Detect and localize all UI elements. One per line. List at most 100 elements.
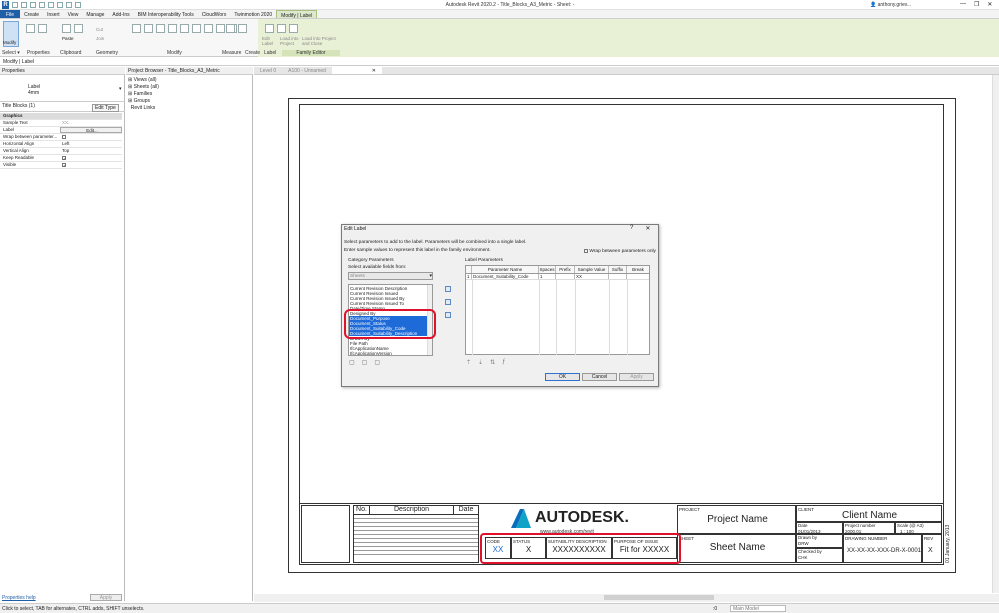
group-select[interactable]: Select ▾ — [2, 50, 20, 56]
sort-icon[interactable]: ⇅ — [490, 359, 495, 366]
text-icon[interactable] — [66, 2, 72, 8]
chevron-down-icon: ▾ — [429, 273, 432, 279]
rotate-icon[interactable] — [192, 24, 201, 33]
category-parameters-label: Category Parameters — [348, 258, 394, 263]
group-label: Label — [264, 50, 277, 56]
load-into-project-button[interactable]: Load into Project — [280, 36, 300, 46]
active-model-select[interactable]: Main Model — [730, 605, 786, 612]
tree-item-sheets[interactable]: ⊞ Sheets (all) — [128, 84, 159, 91]
3d-view-icon[interactable] — [75, 2, 81, 8]
move-up-icon[interactable]: ⇡ — [466, 359, 471, 366]
tree-item-views[interactable]: ⊞ Views (all) — [128, 77, 159, 84]
scroll-thumb[interactable] — [604, 595, 714, 600]
chevron-down-icon[interactable]: ▾ — [119, 86, 122, 92]
print-icon[interactable] — [48, 2, 54, 8]
keep-readable-checkbox[interactable]: ✓ — [62, 155, 66, 160]
add-parameter-icon[interactable] — [445, 286, 451, 292]
clipboard-icons — [62, 22, 83, 48]
undo-icon[interactable] — [30, 2, 36, 8]
remove-parameter-icon[interactable] — [445, 299, 451, 305]
edit-label-button[interactable]: Edit Label — [262, 36, 276, 46]
horizontal-scrollbar[interactable] — [254, 594, 999, 602]
edit-parameter-icon[interactable]: ▢ — [362, 359, 368, 366]
new-parameter-icon[interactable]: ▢ — [349, 359, 355, 366]
save-icon[interactable] — [21, 2, 27, 8]
category-select[interactable]: Sheets ▾ — [348, 272, 433, 280]
load-and-close-icon[interactable] — [289, 24, 298, 33]
paste-icon[interactable] — [62, 24, 71, 33]
vertical-scrollbar[interactable] — [992, 75, 999, 593]
cancel-button[interactable]: Cancel — [582, 373, 617, 381]
project-label: PROJECT — [679, 507, 701, 512]
delete-parameter-icon[interactable]: ▢ — [374, 359, 380, 366]
label-edit-button[interactable]: Edit... — [60, 127, 122, 133]
maximize-button[interactable]: ❐ — [974, 1, 979, 8]
tab-twinmotion[interactable]: Twinmotion 2020 — [230, 10, 276, 18]
properties-apply-button[interactable]: Apply — [90, 594, 122, 601]
trim-icon[interactable] — [204, 24, 213, 33]
offset-icon[interactable] — [144, 24, 153, 33]
load-into-project-icon[interactable] — [277, 24, 286, 33]
open-icon[interactable] — [12, 2, 18, 8]
dialog-apply-button[interactable]: Apply — [619, 373, 654, 381]
dialog-help-button[interactable]: ? — [630, 225, 633, 232]
tab-manage[interactable]: Manage — [82, 10, 108, 18]
align-icon[interactable] — [132, 24, 141, 33]
wrap-option-checkbox[interactable] — [584, 248, 588, 253]
tab-view[interactable]: View — [64, 10, 83, 18]
ok-button[interactable]: OK — [545, 373, 580, 381]
tab-create[interactable]: Create — [20, 10, 43, 18]
close-window-button[interactable]: ✕ — [987, 1, 992, 8]
tab-bim-interoperability[interactable]: BIM Interoperability Tools — [134, 10, 198, 18]
minimize-button[interactable]: — — [960, 1, 966, 8]
tab-add-ins[interactable]: Add-Ins — [108, 10, 133, 18]
tree-item-groups[interactable]: ⊞ Groups — [128, 98, 159, 105]
tab-sheet[interactable]: ✕ — [331, 67, 382, 74]
tab-file[interactable]: File — [0, 10, 21, 18]
move-down-icon[interactable]: ⇣ — [478, 359, 483, 366]
edit-label-icon[interactable] — [265, 24, 274, 33]
brand-name: AUTODESK. — [535, 509, 629, 526]
split-icon[interactable] — [216, 24, 225, 33]
properties-help-link[interactable]: Properties help — [2, 595, 36, 601]
tab-modify-label[interactable]: Modify | Label — [276, 10, 318, 19]
tab-level-0[interactable]: Level 0 — [254, 67, 282, 74]
tree-item-revit-links[interactable]: Revit Links — [128, 105, 159, 112]
visible-checkbox[interactable]: ✓ — [62, 162, 66, 167]
user-name[interactable]: 👤 anthony.griev... — [870, 2, 911, 8]
edit-type-button[interactable]: Edit Type — [92, 104, 119, 112]
tab-insert[interactable]: Insert — [43, 10, 64, 18]
wrap-option[interactable]: Wrap between parameters only — [584, 248, 656, 254]
mirror-icon[interactable] — [156, 24, 165, 33]
cut-icon[interactable] — [74, 24, 83, 33]
create-icon[interactable] — [238, 24, 247, 33]
type-size: 4mm — [28, 90, 40, 96]
revit-logo-icon[interactable]: R — [2, 1, 9, 9]
title-block-logo-box — [301, 505, 350, 563]
label-parameters-grid[interactable]: Parameter Name Spaces Prefix Sample Valu… — [465, 265, 650, 355]
table-row[interactable]: 1 Document_Suitability_Code 1 XX — [466, 274, 649, 280]
group-create: Create — [245, 50, 261, 56]
measure-tools — [226, 22, 247, 48]
dialog-close-button[interactable]: ✕ — [645, 225, 650, 232]
properties-icons — [26, 22, 47, 48]
move-icon[interactable] — [168, 24, 177, 33]
close-tab-icon[interactable]: ✕ — [372, 68, 376, 74]
tab-a100[interactable]: A100 - Unnamed — [282, 67, 332, 74]
load-and-close-button[interactable]: Load into Project and Close — [302, 36, 340, 46]
tab-cloudworx[interactable]: CloudWorx — [198, 10, 231, 18]
formula-icon[interactable] — [445, 312, 451, 318]
type-selector[interactable]: Label 4mm ▾ — [0, 76, 125, 102]
redo-icon[interactable] — [39, 2, 45, 8]
list-item[interactable]: IfcApplicationVersion — [349, 351, 432, 355]
measure-icon[interactable] — [226, 24, 235, 33]
copy-icon[interactable] — [180, 24, 189, 33]
measure-icon[interactable] — [57, 2, 63, 8]
wrap-checkbox[interactable] — [62, 134, 66, 139]
formula-icon[interactable]: ƒ — [502, 359, 505, 366]
tree-item-families[interactable]: ⊞ Families — [128, 91, 159, 98]
properties-icon[interactable] — [26, 24, 35, 33]
type-properties-icon[interactable] — [38, 24, 47, 33]
prop-group-graphics[interactable]: Graphics — [0, 113, 122, 120]
sheet-name: Sheet Name — [709, 542, 766, 553]
